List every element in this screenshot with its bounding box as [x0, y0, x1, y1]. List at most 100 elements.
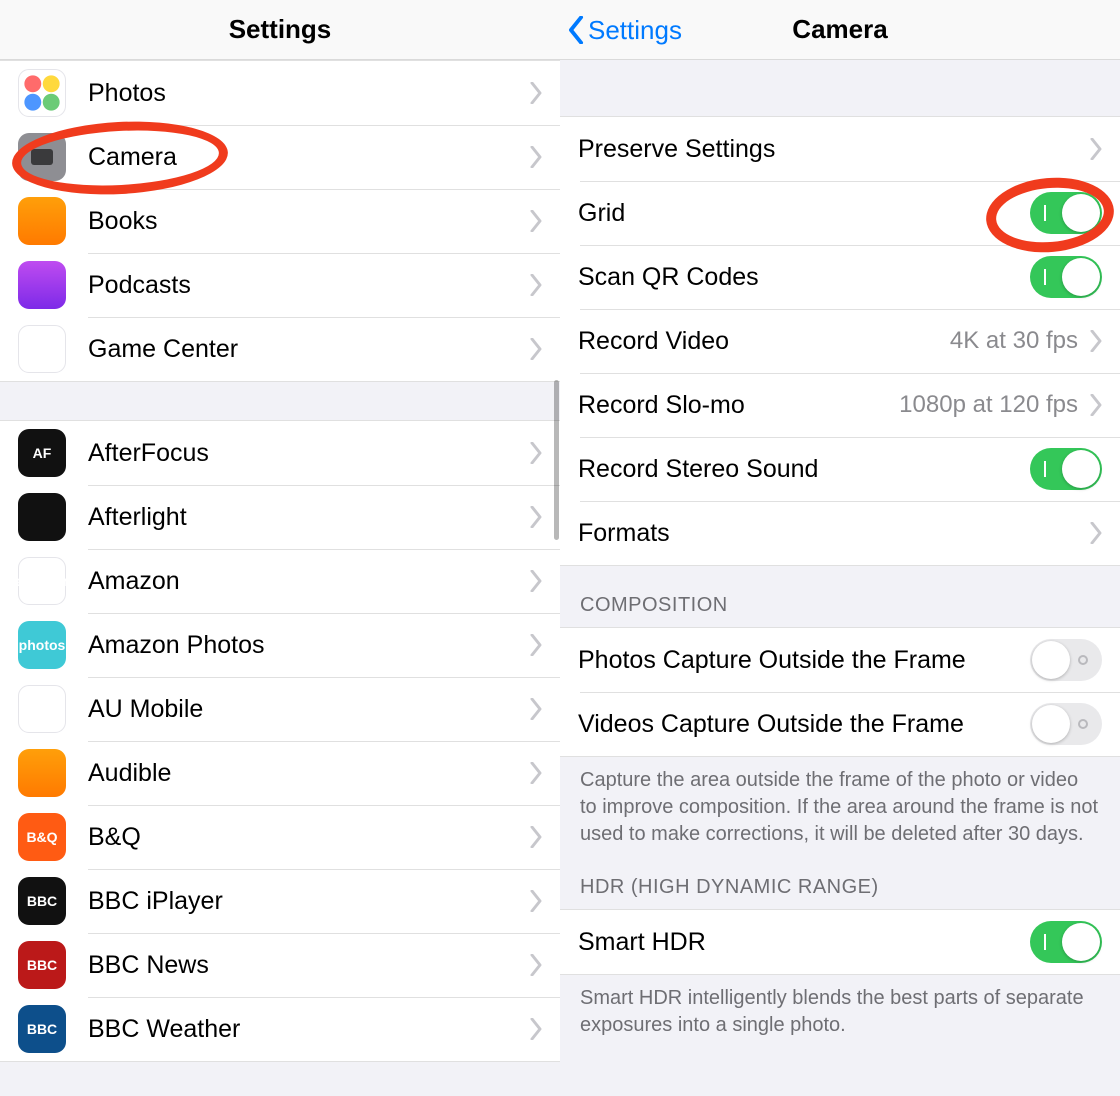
settings-row-afterfocus[interactable]: AFAfterFocus	[0, 421, 560, 485]
chevron-right-icon	[1090, 394, 1102, 416]
podcasts-icon	[18, 261, 66, 309]
chevron-right-icon	[530, 762, 542, 784]
camera-icon	[18, 133, 66, 181]
row-label: BBC iPlayer	[88, 887, 530, 916]
chevron-right-icon	[1090, 138, 1102, 160]
amazonphotos-icon: photos	[18, 621, 66, 669]
settings-row-books[interactable]: Books	[0, 189, 560, 253]
settings-row-photos[interactable]: Photos	[0, 61, 560, 125]
chevron-right-icon	[530, 146, 542, 168]
chevron-right-icon	[530, 442, 542, 464]
smart-hdr-row: Smart HDR	[560, 910, 1120, 974]
row-label: Grid	[578, 199, 1030, 228]
books-icon	[18, 197, 66, 245]
chevron-right-icon	[530, 954, 542, 976]
row-label: Amazon	[88, 567, 530, 596]
settings-row-camera[interactable]: Camera	[0, 125, 560, 189]
camera-settings-screen: Settings Camera Preserve Settings Grid S…	[560, 0, 1120, 1096]
videos-outside-toggle[interactable]	[1030, 703, 1102, 745]
row-label: AU Mobile	[88, 695, 530, 724]
row-label: Game Center	[88, 335, 530, 364]
row-label: BBC Weather	[88, 1015, 530, 1044]
photos-icon	[18, 69, 66, 117]
settings-root-screen: Settings Photos Camera Books Podcasts Game C…	[0, 0, 560, 1096]
row-label: Podcasts	[88, 271, 530, 300]
photos-outside-row: Photos Capture Outside the Frame	[560, 628, 1120, 692]
row-label: AfterFocus	[88, 439, 530, 468]
aumobile-icon: A U	[18, 685, 66, 733]
settings-row-amazon[interactable]: amazon Amazon	[0, 549, 560, 613]
scan-qr-row: Scan QR Codes	[560, 245, 1120, 309]
chevron-right-icon	[530, 634, 542, 656]
row-label: Photos Capture Outside the Frame	[578, 646, 1030, 675]
row-label: Afterlight	[88, 503, 530, 532]
record-video-row[interactable]: Record Video 4K at 30 fps	[560, 309, 1120, 373]
chevron-right-icon	[530, 570, 542, 592]
settings-row-afterlight[interactable]: Afterlight	[0, 485, 560, 549]
row-label: BBC News	[88, 951, 530, 980]
row-label: Audible	[88, 759, 530, 788]
page-title: Settings	[229, 14, 332, 45]
stereo-toggle[interactable]	[1030, 448, 1102, 490]
bbcweather-icon: BBC	[18, 1005, 66, 1053]
chevron-right-icon	[530, 698, 542, 720]
row-label: Smart HDR	[578, 928, 1030, 957]
grid-toggle[interactable]	[1030, 192, 1102, 234]
camera-settings-list[interactable]: Preserve Settings Grid Scan QR Codes Rec…	[560, 60, 1120, 1096]
preserve-settings-row[interactable]: Preserve Settings	[560, 117, 1120, 181]
row-label: Formats	[578, 519, 1090, 548]
settings-row-bbc-news[interactable]: BBC BBC News	[0, 933, 560, 997]
navbar-right: Settings Camera	[560, 0, 1120, 60]
bq-icon: B&Q	[18, 813, 66, 861]
back-button[interactable]: Settings	[568, 0, 682, 60]
afterlight-icon	[18, 493, 66, 541]
gamecenter-icon	[18, 325, 66, 373]
settings-row-audible[interactable]: Audible	[0, 741, 560, 805]
chevron-right-icon	[1090, 522, 1102, 544]
chevron-right-icon	[530, 82, 542, 104]
navbar-left: Settings	[0, 0, 560, 60]
qr-toggle[interactable]	[1030, 256, 1102, 298]
smart-hdr-toggle[interactable]	[1030, 921, 1102, 963]
settings-list[interactable]: Photos Camera Books Podcasts Game Center AFA…	[0, 60, 560, 1096]
iplayer-icon: BBC	[18, 877, 66, 925]
section-gap	[0, 382, 560, 420]
row-label: Books	[88, 207, 530, 236]
row-label: Amazon Photos	[88, 631, 530, 660]
chevron-right-icon	[530, 274, 542, 296]
row-label: Preserve Settings	[578, 135, 1090, 164]
record-slomo-row[interactable]: Record Slo-mo 1080p at 120 fps	[560, 373, 1120, 437]
composition-header: COMPOSITION	[560, 566, 1120, 627]
hdr-footer: Smart HDR intelligently blends the best …	[560, 975, 1120, 1057]
audible-icon	[18, 749, 66, 797]
hdr-header: HDR (HIGH DYNAMIC RANGE)	[560, 866, 1120, 909]
row-label: Record Slo-mo	[578, 391, 899, 420]
photos-outside-toggle[interactable]	[1030, 639, 1102, 681]
chevron-right-icon	[530, 826, 542, 848]
bbcnews-icon: BBC	[18, 941, 66, 989]
back-label: Settings	[588, 15, 682, 46]
formats-row[interactable]: Formats	[560, 501, 1120, 565]
page-title: Camera	[792, 14, 887, 45]
settings-row-game-center[interactable]: Game Center	[0, 317, 560, 381]
chevron-right-icon	[530, 338, 542, 360]
composition-footer: Capture the area outside the frame of th…	[560, 757, 1120, 866]
grid-row: Grid	[560, 181, 1120, 245]
videos-outside-row: Videos Capture Outside the Frame	[560, 692, 1120, 756]
settings-row-amazon-photos[interactable]: photos Amazon Photos	[0, 613, 560, 677]
chevron-right-icon	[530, 890, 542, 912]
settings-row-bbc-iplayer[interactable]: BBC BBC iPlayer	[0, 869, 560, 933]
settings-row-podcasts[interactable]: Podcasts	[0, 253, 560, 317]
chevron-right-icon	[530, 210, 542, 232]
row-label: Record Stereo Sound	[578, 455, 1030, 484]
row-label: Videos Capture Outside the Frame	[578, 710, 1030, 739]
chevron-left-icon	[568, 16, 584, 44]
settings-row-b-q[interactable]: B&Q B&Q	[0, 805, 560, 869]
row-label: Camera	[88, 143, 530, 172]
stereo-sound-row: Record Stereo Sound	[560, 437, 1120, 501]
settings-row-au-mobile[interactable]: A U AU Mobile	[0, 677, 560, 741]
row-label: B&Q	[88, 823, 530, 852]
amazon-icon: amazon	[18, 557, 66, 605]
scrollbar-indicator[interactable]	[554, 380, 559, 540]
settings-row-bbc-weather[interactable]: BBC BBC Weather	[0, 997, 560, 1061]
